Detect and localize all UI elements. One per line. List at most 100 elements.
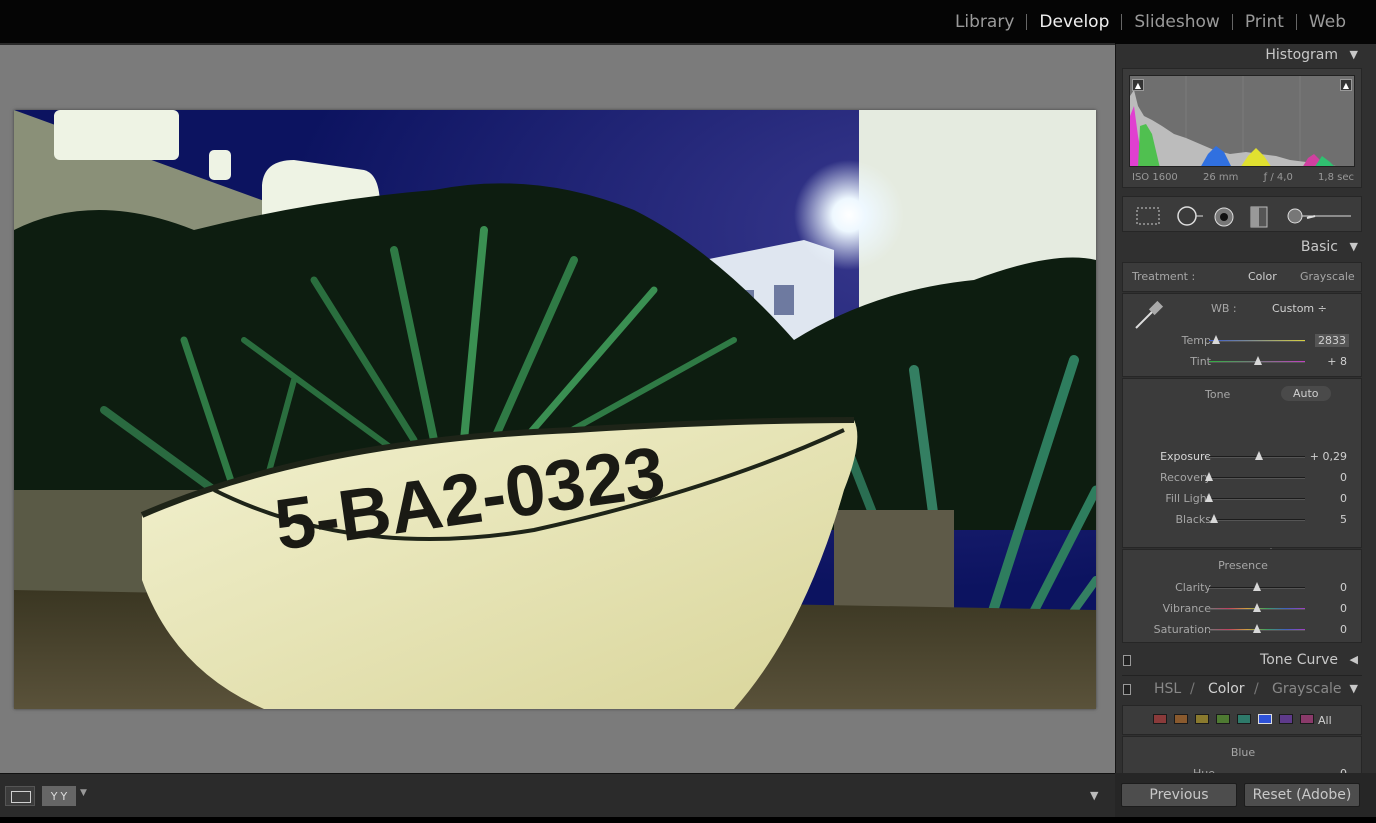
before-after-view-button[interactable]: YY bbox=[42, 786, 76, 806]
slider-label: Blacks bbox=[1175, 513, 1212, 526]
slider-track[interactable] bbox=[1209, 498, 1305, 500]
previous-button[interactable]: Previous bbox=[1121, 783, 1237, 807]
view-options-chevron-icon[interactable]: ▼ bbox=[80, 788, 87, 798]
slider-knob[interactable] bbox=[1254, 451, 1263, 460]
histogram-header[interactable]: Histogram ▼ bbox=[1122, 44, 1362, 68]
slider-track[interactable] bbox=[1209, 477, 1305, 479]
white-balance-section: WB : Custom ÷ Temp 2833 Tint + 8 bbox=[1122, 293, 1362, 377]
slider-value: 0 bbox=[1340, 623, 1347, 636]
slider-label: Vibrance bbox=[1162, 602, 1211, 615]
color-swatch[interactable] bbox=[1279, 714, 1293, 724]
basic-header[interactable]: Basic ▼ bbox=[1122, 236, 1362, 260]
slider-track[interactable] bbox=[1209, 519, 1305, 521]
slider-label: Recovery bbox=[1159, 471, 1211, 484]
histogram-graph[interactable]: ▲ ▲ bbox=[1129, 75, 1355, 167]
color-swatch[interactable] bbox=[1258, 714, 1272, 724]
tone-slider-fill-light[interactable]: Fill Light 0 bbox=[1123, 489, 1363, 509]
reset-button[interactable]: Reset (Adobe) bbox=[1244, 783, 1360, 807]
crop-overlay-icon[interactable] bbox=[1135, 206, 1161, 226]
panel-toggle-icon[interactable] bbox=[1123, 655, 1131, 666]
slider-value: 5 bbox=[1340, 513, 1347, 526]
color-swatch-row: All bbox=[1122, 705, 1362, 735]
slider-knob[interactable] bbox=[1253, 624, 1261, 633]
wb-label: WB : bbox=[1211, 302, 1237, 315]
loupe-view-button[interactable] bbox=[5, 786, 35, 806]
spot-removal-icon[interactable] bbox=[1175, 206, 1205, 226]
slider-value: 0 bbox=[1340, 492, 1347, 505]
presence-label: Presence bbox=[1218, 559, 1268, 572]
tone-slider-exposure[interactable]: Exposure + 0,29 bbox=[1123, 447, 1363, 467]
temp-value[interactable]: 2833 bbox=[1315, 334, 1349, 347]
presence-section: Presence Clarity 0 Vibrance 0 Saturation 0 bbox=[1122, 549, 1362, 643]
y-icon: Y bbox=[60, 789, 68, 803]
presence-slider-vibrance[interactable]: Vibrance 0 bbox=[1123, 599, 1363, 619]
tone-slider-recovery[interactable]: Recovery 0 bbox=[1123, 468, 1363, 488]
y-icon: Y bbox=[50, 789, 58, 803]
tint-slider[interactable]: Tint + 8 bbox=[1123, 352, 1363, 372]
temp-slider[interactable]: Temp 2833 bbox=[1123, 331, 1363, 351]
presence-slider-saturation[interactable]: Saturation 0 bbox=[1123, 620, 1363, 640]
module-develop[interactable]: Develop bbox=[1027, 12, 1121, 32]
color-swatch[interactable] bbox=[1153, 714, 1167, 724]
color-tab[interactable]: Color bbox=[1208, 681, 1245, 697]
module-web[interactable]: Web bbox=[1297, 12, 1358, 32]
tool-strip bbox=[1122, 196, 1362, 232]
highlight-clipping-triangle-icon[interactable]: ▲ bbox=[1340, 79, 1352, 91]
color-swatch[interactable] bbox=[1237, 714, 1251, 724]
temp-knob[interactable] bbox=[1212, 335, 1220, 344]
all-colors-option[interactable]: All bbox=[1318, 714, 1332, 727]
module-print[interactable]: Print bbox=[1233, 12, 1296, 32]
adjustment-brush-icon[interactable] bbox=[1285, 206, 1355, 226]
color-swatch[interactable] bbox=[1216, 714, 1230, 724]
basic-title: Basic bbox=[1300, 239, 1338, 255]
panel-toggle-icon[interactable] bbox=[1123, 684, 1131, 695]
shadow-clipping-triangle-icon[interactable]: ▲ bbox=[1132, 79, 1144, 91]
wb-preset-select[interactable]: Custom ÷ bbox=[1272, 302, 1327, 315]
tone-curve-title: Tone Curve bbox=[1260, 652, 1338, 668]
temp-track[interactable] bbox=[1209, 340, 1305, 342]
slider-knob[interactable] bbox=[1205, 493, 1213, 502]
module-picker-bar: Library Develop Slideshow Print Web bbox=[0, 0, 1376, 44]
tone-section: Tone Auto Exposure + 0,29 Recovery 0 Fill Li… bbox=[1122, 378, 1363, 581]
develop-right-panel: Histogram ▼ ▲ ▲ ISO 1600 26 mm ƒ / 4,0 1… bbox=[1115, 44, 1376, 823]
aperture-value: ƒ / 4,0 bbox=[1263, 172, 1293, 183]
grayscale-tab[interactable]: Grayscale bbox=[1272, 681, 1342, 697]
tint-label: Tint bbox=[1190, 355, 1211, 368]
selected-color-label: Blue bbox=[1230, 746, 1256, 759]
color-swatch[interactable] bbox=[1300, 714, 1314, 724]
panel-divider bbox=[1122, 675, 1362, 676]
module-slideshow[interactable]: Slideshow bbox=[1122, 12, 1231, 32]
presence-slider-clarity[interactable]: Clarity 0 bbox=[1123, 578, 1363, 598]
treatment-color-option[interactable]: Color bbox=[1248, 270, 1277, 283]
eyedropper-icon[interactable] bbox=[1132, 298, 1166, 332]
collapse-triangle-icon: ▼ bbox=[1349, 682, 1358, 695]
tone-curve-header[interactable]: Tone Curve ◀ bbox=[1122, 649, 1362, 673]
treatment-grayscale-option[interactable]: Grayscale bbox=[1300, 270, 1355, 283]
slider-knob[interactable] bbox=[1253, 603, 1261, 612]
hsl-header: HSL / Color / Grayscale ▼ bbox=[1122, 678, 1362, 702]
tint-knob[interactable] bbox=[1254, 356, 1262, 365]
slider-knob[interactable] bbox=[1209, 514, 1218, 523]
focal-length-value: 26 mm bbox=[1203, 172, 1239, 183]
tab-separator: / bbox=[1254, 681, 1259, 697]
image-canvas[interactable]: 5-BA2-0323 bbox=[0, 45, 1115, 773]
photo-preview[interactable]: 5-BA2-0323 bbox=[14, 110, 1096, 709]
slider-label: Clarity bbox=[1175, 581, 1211, 594]
auto-tone-button[interactable]: Auto bbox=[1281, 386, 1331, 401]
slider-value: 0 bbox=[1340, 581, 1347, 594]
bottom-toolbar: YY ▼ ▼ bbox=[0, 773, 1115, 817]
slider-knob[interactable] bbox=[1205, 472, 1213, 481]
color-swatch[interactable] bbox=[1174, 714, 1188, 724]
photo-image: 5-BA2-0323 bbox=[14, 110, 1096, 709]
collapse-triangle-icon: ▼ bbox=[1349, 240, 1358, 253]
graduated-filter-icon[interactable] bbox=[1247, 206, 1271, 228]
slider-knob[interactable] bbox=[1253, 582, 1261, 591]
shutter-value: 1,8 sec bbox=[1318, 172, 1354, 183]
red-eye-icon[interactable] bbox=[1213, 206, 1235, 228]
module-library[interactable]: Library bbox=[943, 12, 1026, 32]
hsl-tab[interactable]: HSL bbox=[1154, 681, 1181, 697]
color-swatch[interactable] bbox=[1195, 714, 1209, 724]
tone-slider-blacks[interactable]: Blacks 5 bbox=[1123, 510, 1363, 530]
slider-value: 0 bbox=[1340, 602, 1347, 615]
toolbar-menu-chevron-icon[interactable]: ▼ bbox=[1090, 789, 1098, 802]
